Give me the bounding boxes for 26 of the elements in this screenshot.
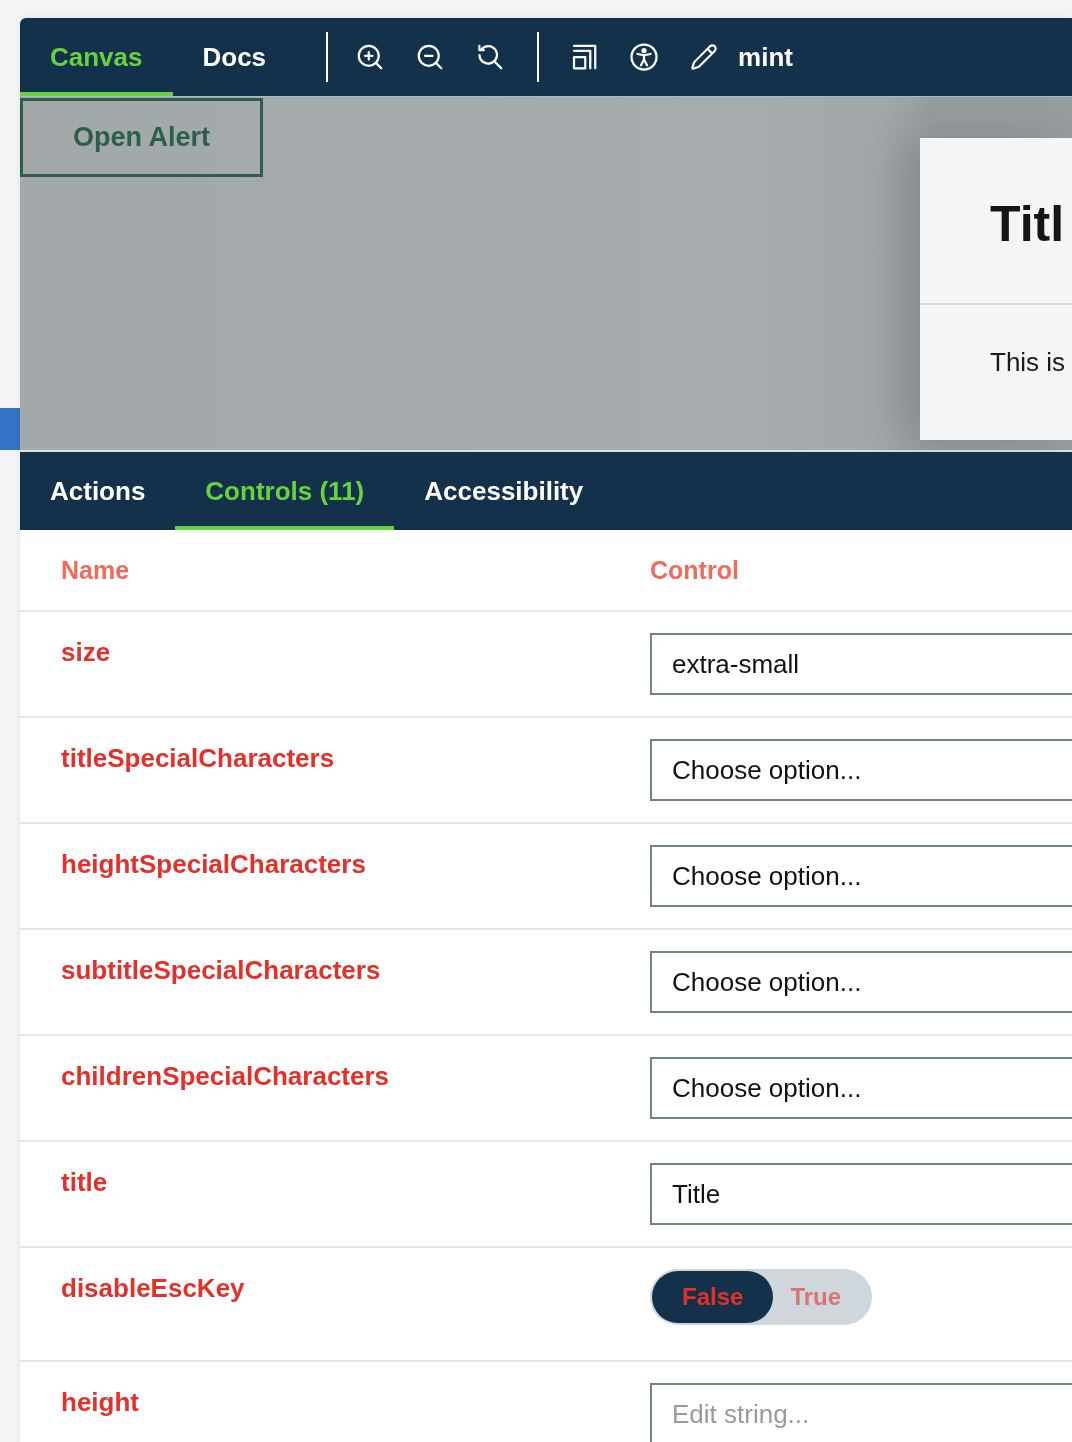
theme-button[interactable]: mint [684, 18, 799, 96]
sidebar-item-edge [0, 408, 20, 450]
column-header: Control [650, 555, 739, 584]
pencil-icon [690, 43, 719, 71]
prop-name: heightSpecialCharacters [61, 848, 366, 881]
panel-tab[interactable]: Actions [20, 452, 176, 530]
prop-name: childrenSpecialCharacters [61, 1060, 390, 1093]
toolbar-tab[interactable]: Docs [172, 18, 297, 96]
select-field[interactable]: Choose option... [650, 845, 1072, 907]
prop-name: height [61, 1386, 139, 1419]
prop-name: size [61, 636, 111, 669]
panel-tab[interactable]: Accessibility [394, 452, 614, 530]
text-field[interactable]: Title [650, 1163, 1072, 1225]
prop-name: title [61, 1166, 108, 1199]
prop-name: disableEscKey [61, 1272, 245, 1305]
prop-name: titleSpecialCharacters [61, 742, 335, 775]
prop-name: subtitleSpecialCharacters [61, 954, 381, 987]
text-field[interactable]: Edit string... [650, 1383, 1072, 1442]
select-field[interactable]: Choose option... [650, 1057, 1072, 1119]
column-header: Name [61, 555, 130, 584]
select-field[interactable]: extra-small [650, 633, 1072, 695]
modal-body-text: This is [990, 347, 1066, 377]
modal-title: Titl [990, 194, 1065, 253]
select-field[interactable]: Choose option... [650, 739, 1072, 801]
accessibility-icon[interactable] [629, 42, 660, 72]
select-field[interactable]: Choose option... [650, 951, 1072, 1013]
